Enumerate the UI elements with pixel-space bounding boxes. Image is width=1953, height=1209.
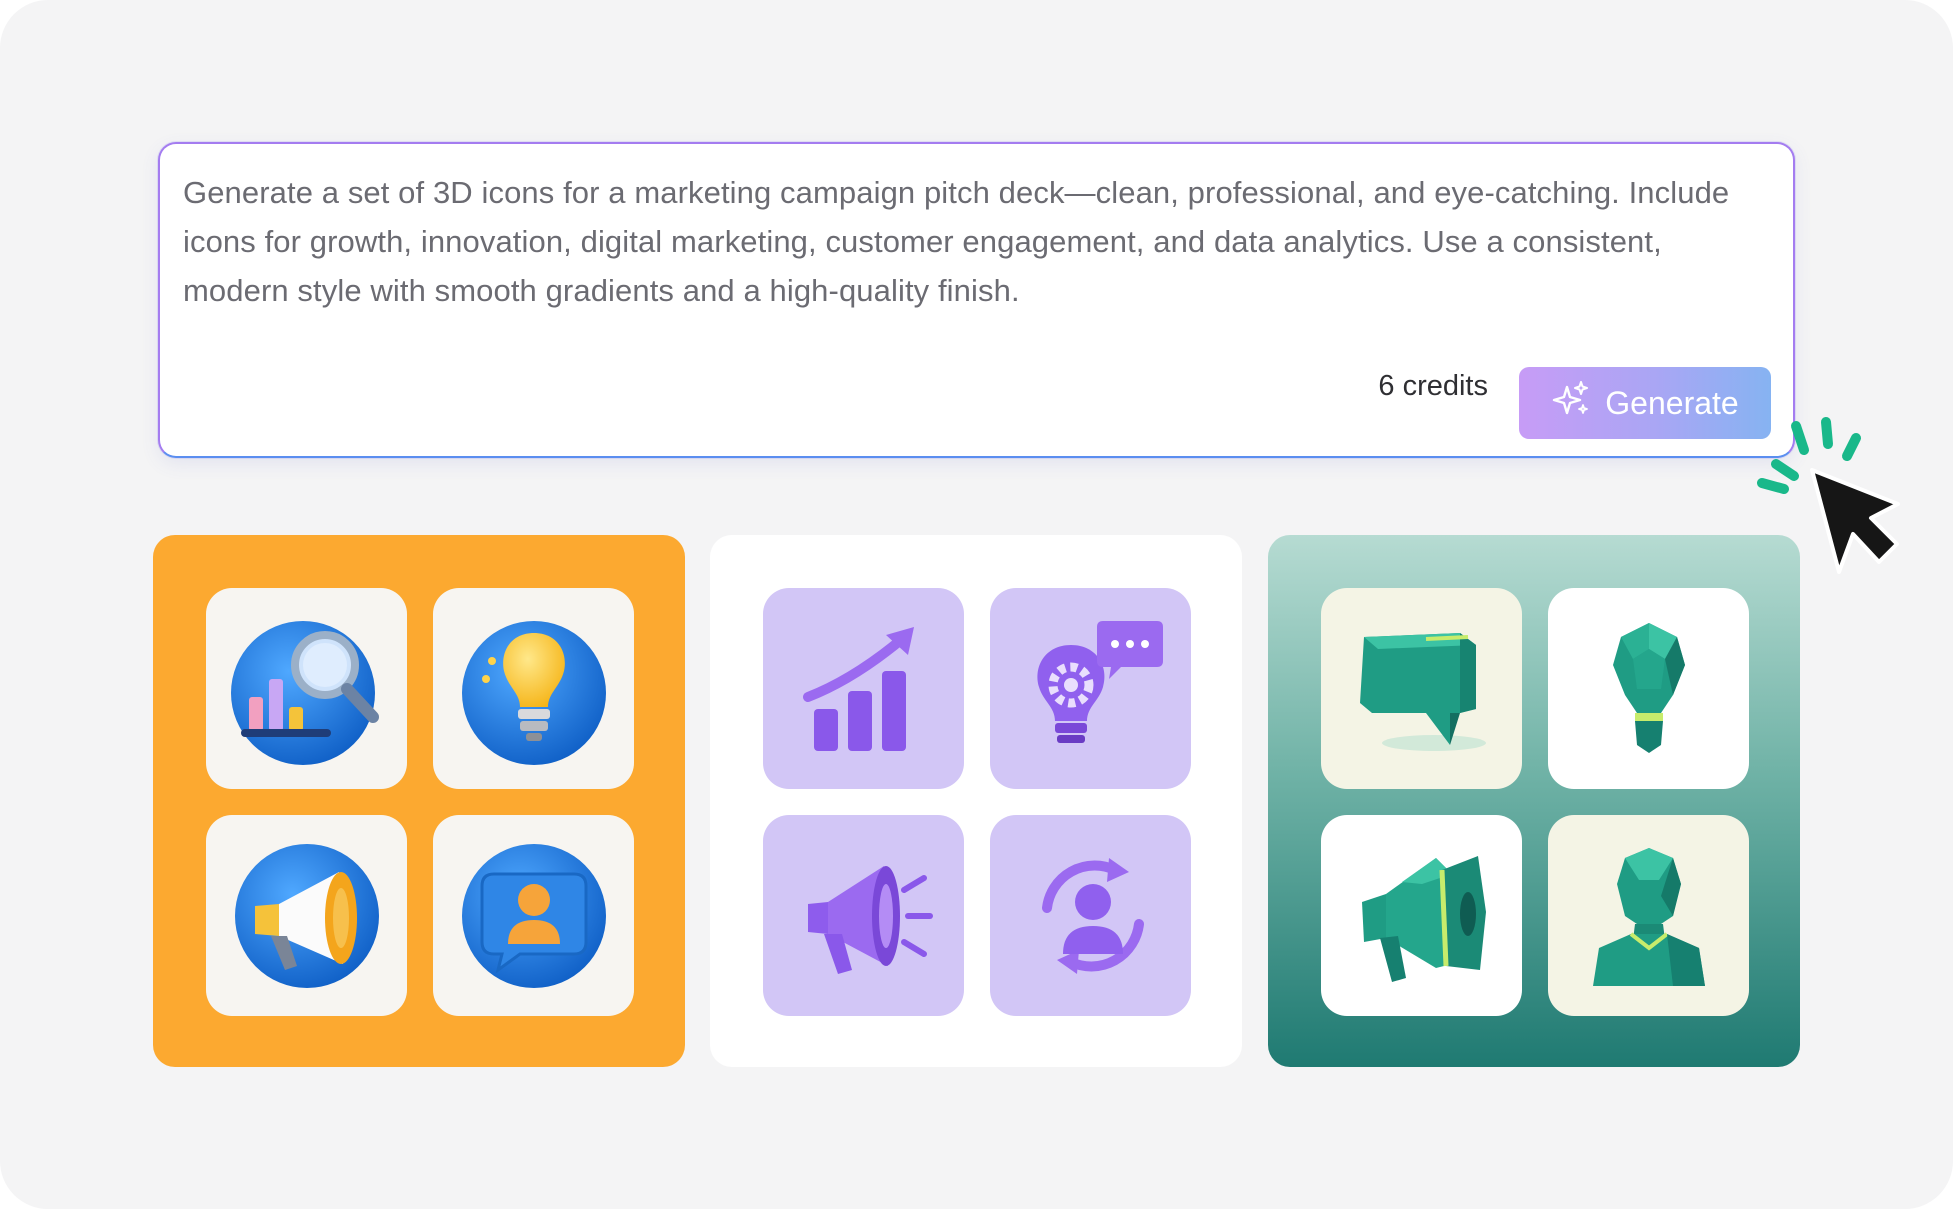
- tile-person-bust[interactable]: [1548, 815, 1749, 1016]
- lightbulb-icon: [461, 620, 606, 765]
- person-bust-icon: [1592, 847, 1705, 986]
- click-burst-icon: [1757, 417, 1861, 494]
- megaphone-icon: [234, 843, 379, 988]
- tile-data-analytics[interactable]: [206, 588, 407, 789]
- innovation-lightbulb-icon: [1036, 620, 1163, 743]
- speech-bubble-icon: [1359, 632, 1486, 751]
- tile-lightbulb[interactable]: [433, 588, 634, 789]
- pointer-arrow-icon: [1810, 468, 1900, 574]
- customer-profile-icon: [461, 843, 606, 988]
- canvas: Generate a set of 3D icons for a marketi…: [0, 0, 1953, 1209]
- lightbulb-icon: [1612, 622, 1685, 753]
- tile-customer-profile[interactable]: [433, 815, 634, 1016]
- data-analytics-icon: [230, 620, 379, 765]
- icon-set-purple[interactable]: [710, 535, 1242, 1067]
- tile-innovation[interactable]: [990, 588, 1191, 789]
- tile-megaphone[interactable]: [206, 815, 407, 1016]
- credits-label: 6 credits: [1378, 370, 1488, 402]
- tile-speech-bubble[interactable]: [1321, 588, 1522, 789]
- icon-set-teal[interactable]: [1268, 535, 1800, 1067]
- customer-engagement-icon: [1041, 857, 1144, 974]
- generate-button[interactable]: Generate: [1519, 367, 1771, 439]
- tile-customer-engagement[interactable]: [990, 815, 1191, 1016]
- growth-chart-icon: [802, 626, 914, 751]
- tile-lightbulb[interactable]: [1548, 588, 1749, 789]
- tile-megaphone[interactable]: [763, 815, 964, 1016]
- megaphone-icon: [807, 865, 933, 974]
- prompt-input[interactable]: Generate a set of 3D icons for a marketi…: [158, 142, 1795, 458]
- icon-set-blue[interactable]: [153, 535, 685, 1067]
- prompt-text[interactable]: Generate a set of 3D icons for a marketi…: [183, 168, 1743, 315]
- megaphone-icon: [1361, 855, 1486, 982]
- tile-megaphone[interactable]: [1321, 815, 1522, 1016]
- generate-label: Generate: [1605, 384, 1739, 421]
- sparkle-icon: [1551, 379, 1591, 427]
- tile-growth-chart[interactable]: [763, 588, 964, 789]
